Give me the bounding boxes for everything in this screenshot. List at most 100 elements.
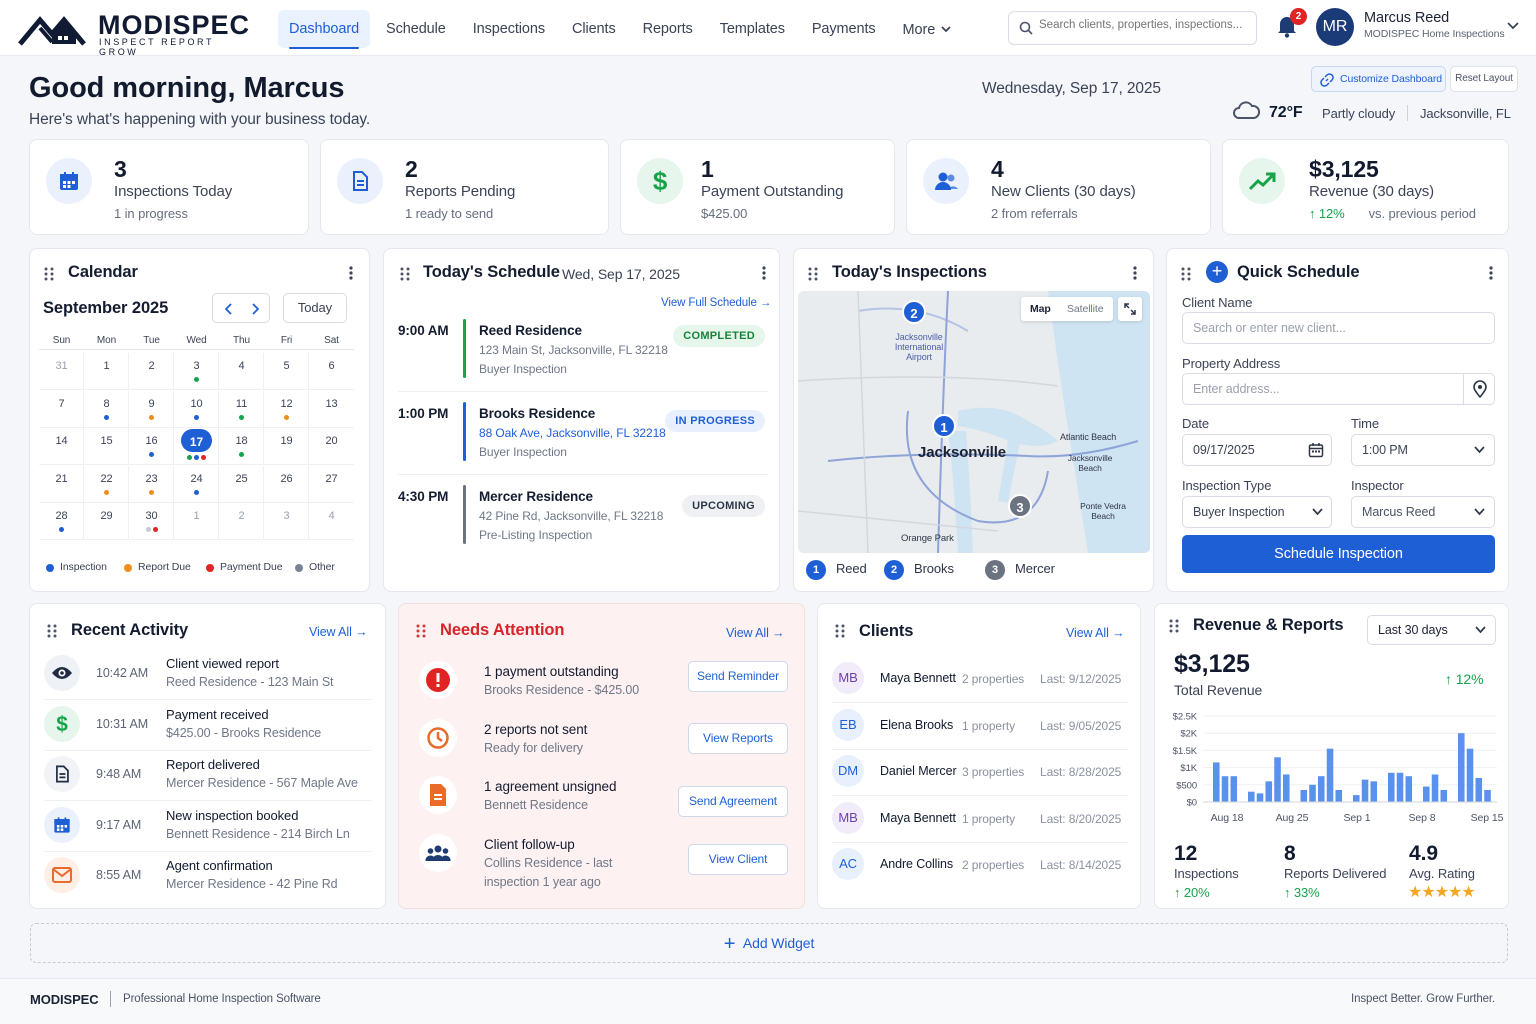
calendar-day[interactable]: 2 — [219, 503, 264, 540]
drag-handle-icon[interactable] — [1169, 619, 1179, 633]
schedule-inspection-button[interactable]: Schedule Inspection — [1182, 535, 1495, 573]
activity-view-all-link[interactable]: View All → — [309, 625, 368, 639]
user-name[interactable]: Marcus Reed — [1364, 10, 1449, 26]
inspection-map[interactable]: Jacksonville International Airport Jacks… — [798, 291, 1150, 553]
calendar-day[interactable]: 24 — [174, 465, 219, 503]
calendar-day[interactable]: 29 — [84, 503, 129, 540]
calendar-day[interactable]: 4 — [309, 503, 354, 540]
attention-action-button[interactable]: View Client — [688, 843, 788, 875]
search-input[interactable] — [1039, 19, 1253, 31]
more-options-icon[interactable] — [348, 265, 354, 281]
stat-card-4[interactable]: 4 New Clients (30 days) 2 from referrals — [906, 139, 1211, 235]
activity-item[interactable]: $10:31 AM Payment received $425.00 - Brook… — [30, 705, 385, 755]
client-row[interactable]: AC Andre Collins 2 properties Last: 8/14/20… — [818, 848, 1140, 894]
stat-card-5[interactable]: $3,125 Revenue (30 days) ↑ 12% vs. previous… — [1222, 139, 1509, 235]
activity-item[interactable]: 8:55 AM Agent confirmation Mercer Residenc… — [30, 856, 385, 906]
global-search[interactable] — [1008, 11, 1257, 45]
calendar-day[interactable]: 19 — [264, 428, 309, 465]
calendar-day[interactable]: 9 — [129, 390, 174, 428]
calendar-day[interactable]: 15 — [84, 428, 129, 465]
today-button[interactable]: Today — [283, 293, 347, 323]
map-legend-item[interactable]: 3 Mercer — [985, 560, 1055, 580]
calendar-day[interactable]: 28 — [39, 503, 84, 540]
map-legend-item[interactable]: 1 Reed — [806, 560, 867, 580]
nav-reports[interactable]: Reports — [632, 10, 704, 48]
more-options-icon[interactable] — [761, 265, 767, 281]
client-row[interactable]: MB Maya Bennett 1 property Last: 8/20/2025 — [818, 801, 1140, 848]
drag-handle-icon[interactable] — [808, 267, 818, 281]
schedule-item[interactable]: 9:00 AM Reed Residence 123 Main St, Jackso… — [384, 319, 779, 397]
calendar-day[interactable]: 12 — [264, 390, 309, 428]
drag-handle-icon[interactable] — [47, 624, 57, 638]
chevron-down-icon[interactable] — [1507, 22, 1519, 30]
attention-action-button[interactable]: Send Reminder — [688, 661, 788, 692]
calendar-day[interactable]: 1 — [174, 503, 219, 540]
calendar-day[interactable]: 6 — [309, 353, 354, 390]
drag-handle-icon[interactable] — [835, 624, 845, 638]
schedule-item[interactable]: 4:30 PM Mercer Residence 42 Pine Rd, Jacks… — [384, 485, 779, 563]
calendar-day[interactable]: 10 — [174, 390, 219, 428]
nav-payments[interactable]: Payments — [801, 10, 887, 48]
calendar-day[interactable]: 25 — [219, 465, 264, 503]
nav-clients[interactable]: Clients — [561, 10, 627, 48]
map-legend-item[interactable]: 2 Brooks — [884, 560, 954, 580]
calendar-day[interactable]: 27 — [309, 466, 354, 503]
user-avatar[interactable]: MR — [1316, 8, 1354, 46]
calendar-day[interactable]: 11 — [219, 390, 264, 428]
calendar-day[interactable]: 2 — [129, 353, 174, 390]
activity-item[interactable]: 10:42 AM Client viewed report Reed Residen… — [30, 654, 385, 704]
stat-card-1[interactable]: 3 Inspections Today 1 in progress — [29, 139, 309, 235]
fullscreen-button[interactable] — [1118, 297, 1142, 321]
calendar-day[interactable]: 17 — [174, 428, 219, 465]
calendar-day[interactable]: 31 — [39, 353, 84, 390]
nav-templates[interactable]: Templates — [709, 10, 796, 48]
calendar-day[interactable]: 1 — [84, 353, 129, 390]
drag-handle-icon[interactable] — [44, 267, 54, 281]
calendar-day[interactable]: 16 — [129, 428, 174, 465]
property-address-input[interactable]: Enter address... — [1182, 373, 1495, 405]
more-options-icon[interactable] — [1488, 265, 1494, 281]
calendar-day[interactable]: 21 — [39, 465, 84, 503]
clients-view-all-link[interactable]: View All → — [1066, 626, 1125, 640]
client-row[interactable]: EB Elena Brooks 1 property Last: 9/05/2025 — [818, 708, 1140, 755]
calendar-day[interactable]: 23 — [129, 465, 174, 503]
chevron-left-icon[interactable] — [225, 303, 233, 315]
view-full-schedule-link[interactable]: View Full Schedule → — [661, 297, 771, 309]
add-widget-button[interactable]: + Add Widget — [30, 923, 1508, 963]
calendar-day[interactable]: 20 — [309, 428, 354, 465]
calendar-day[interactable]: 4 — [219, 353, 264, 390]
calendar-day[interactable]: 8 — [84, 390, 129, 428]
stat-card-2[interactable]: 2 Reports Pending 1 ready to send — [320, 139, 609, 235]
calendar-day[interactable]: 18 — [219, 428, 264, 465]
drag-handle-icon[interactable] — [400, 267, 410, 281]
drag-handle-icon[interactable] — [1181, 267, 1191, 281]
drag-handle-icon[interactable] — [416, 624, 426, 638]
attention-action-button[interactable]: Send Agreement — [678, 786, 788, 817]
calendar-day[interactable]: 13 — [309, 391, 354, 428]
calendar-picker-icon[interactable] — [1308, 442, 1324, 458]
calendar-day[interactable]: 22 — [84, 465, 129, 503]
nav-more[interactable]: More — [892, 10, 963, 48]
calendar-day[interactable]: 30 — [129, 503, 174, 540]
activity-item[interactable]: 9:17 AM New inspection booked Bennett Resi… — [30, 806, 385, 856]
satellite-mode-button[interactable]: Satellite — [1067, 303, 1104, 315]
client-name-input[interactable]: Search or enter new client... — [1182, 312, 1495, 344]
reset-layout-button[interactable]: Reset Layout — [1450, 66, 1518, 92]
stat-card-3[interactable]: $1 Payment Outstanding $425.00 — [620, 139, 895, 235]
attention-view-all-link[interactable]: View All → — [726, 626, 785, 640]
map-mode-button[interactable]: Map — [1030, 303, 1051, 315]
client-row[interactable]: MB Maya Bennett 2 properties Last: 9/12/202… — [818, 662, 1140, 708]
activity-item[interactable]: 9:48 AM Report delivered Mercer Residence … — [30, 755, 385, 805]
location-pin-icon[interactable] — [1473, 380, 1487, 398]
calendar-day[interactable]: 14 — [39, 428, 84, 465]
inspection-type-select[interactable]: Buyer Inspection — [1182, 496, 1332, 528]
calendar-day[interactable]: 7 — [39, 390, 84, 428]
map-pin-1[interactable]: 1 — [932, 414, 956, 438]
more-options-icon[interactable] — [1132, 265, 1138, 281]
attention-action-button[interactable]: View Reports — [688, 722, 788, 754]
calendar-day[interactable]: 3 — [174, 353, 219, 390]
calendar-day[interactable]: 26 — [264, 465, 309, 503]
nav-schedule[interactable]: Schedule — [375, 10, 457, 48]
nav-inspections[interactable]: Inspections — [462, 10, 556, 48]
calendar-day[interactable]: 3 — [264, 503, 309, 540]
